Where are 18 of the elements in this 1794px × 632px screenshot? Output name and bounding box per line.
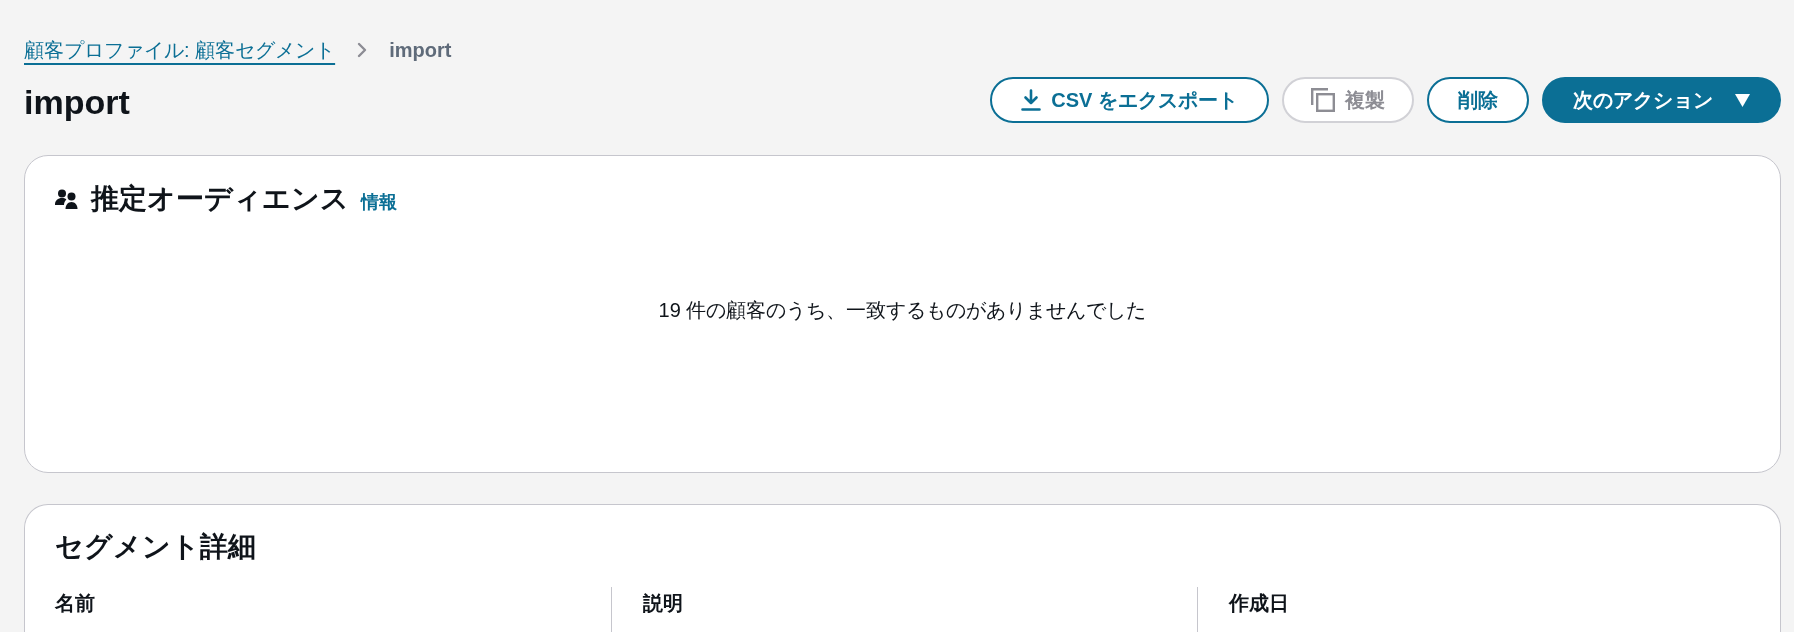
page-title: import — [24, 82, 130, 122]
people-icon — [55, 189, 79, 209]
copy-icon — [1311, 88, 1335, 112]
download-icon — [1021, 89, 1042, 111]
breadcrumb-link[interactable]: 顧客プロファイル: 顧客セグメント — [24, 37, 336, 63]
field-label: 説明 — [643, 592, 683, 614]
card-title: セグメント詳細 — [55, 530, 256, 564]
empty-message: 19 件の顧客のうち、一致するものがありませんでした — [658, 298, 1147, 323]
card-title: 推定オーディエンス — [91, 182, 349, 216]
field-label: 名前 — [55, 592, 95, 614]
field-label: 作成日 — [1229, 592, 1289, 614]
breadcrumb-current: import — [389, 38, 452, 63]
chevron-right-icon — [357, 42, 368, 58]
export-csv-button[interactable]: CSV をエクスポート — [990, 77, 1269, 123]
caret-down-icon — [1735, 93, 1750, 107]
info-link[interactable]: 情報 — [361, 190, 397, 214]
delete-button[interactable]: 削除 — [1427, 77, 1529, 123]
actions-dropdown-button[interactable]: 次のアクション — [1542, 77, 1781, 123]
